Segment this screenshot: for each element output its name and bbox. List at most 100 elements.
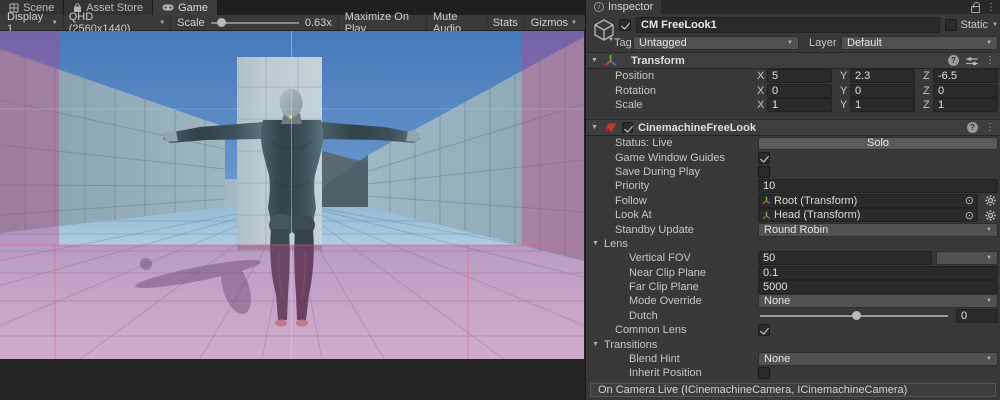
- help-icon[interactable]: ?: [967, 122, 978, 133]
- foldout-icon[interactable]: ▼: [590, 57, 599, 64]
- transform-icon: [604, 54, 617, 67]
- vertical-fov-row: Vertical FOV 50 ▼: [586, 251, 1000, 265]
- toolbar-right-buttons: Maximize On Play Mute Audio Stats Gizmos…: [338, 15, 583, 31]
- scale-row: Scale X1 Y1 Z1: [586, 98, 1000, 112]
- common-lens-checkbox[interactable]: [758, 324, 770, 336]
- inherit-position-row: Inherit Position: [586, 366, 1000, 380]
- static-checkbox[interactable]: [945, 19, 957, 31]
- standby-update-row: Standby Update Round Robin▼: [586, 222, 1000, 236]
- dutch-slider[interactable]: [758, 309, 950, 323]
- transform-header[interactable]: ▼ Transform ? ⋮: [586, 52, 1000, 69]
- inspector-tabbar: i Inspector ⋮: [586, 0, 1000, 14]
- transform-component: ▼ Transform ? ⋮ Position: [586, 52, 1000, 112]
- resolution-dropdown[interactable]: QHD (2560x1440) ▼: [64, 15, 171, 31]
- on-camera-live-event-bar[interactable]: On Camera Live (ICinemachineCamera, ICin…: [590, 383, 996, 397]
- gizmos-dropdown[interactable]: Gizmos ▼: [524, 15, 583, 31]
- near-clip-field[interactable]: 0.1: [758, 266, 998, 280]
- chevron-down-icon: ▼: [52, 20, 58, 26]
- dutch-value-field[interactable]: 0: [956, 309, 998, 323]
- game-window-guides-checkbox[interactable]: [758, 152, 770, 164]
- game-window-guides-row: Game Window Guides: [586, 150, 1000, 164]
- position-label: Position: [615, 70, 654, 82]
- cinemachine-icon: [604, 122, 617, 134]
- maximize-on-play-button[interactable]: Maximize On Play: [338, 15, 426, 31]
- rotation-y-field[interactable]: 0: [850, 84, 915, 98]
- tab-game[interactable]: Game: [153, 0, 218, 15]
- game-panel: Scene Asset Store Game Display 1 ▼ QHD (…: [0, 0, 585, 400]
- lock-icon[interactable]: [971, 6, 980, 13]
- lens-title: Lens: [604, 238, 628, 250]
- foldout-icon[interactable]: ▼: [590, 124, 599, 131]
- cinemachine-header[interactable]: ▼ CinemachineFreeLook ? ⋮: [586, 119, 1000, 136]
- position-z-field[interactable]: -6.5: [933, 69, 998, 83]
- static-dropdown-icon[interactable]: ▼: [992, 22, 998, 28]
- solo-button[interactable]: Solo: [758, 137, 998, 150]
- gameobject-name-field[interactable]: CM FreeLook1: [636, 17, 940, 33]
- blend-hint-dropdown[interactable]: None▼: [758, 352, 998, 366]
- scale-z-field[interactable]: 1: [933, 98, 998, 112]
- tag-dropdown[interactable]: Untagged▼: [633, 36, 799, 50]
- scale-value: 0.63x: [299, 17, 338, 29]
- priority-field[interactable]: 10: [758, 179, 998, 193]
- far-clip-field[interactable]: 5000: [758, 280, 998, 294]
- gameobject-header: ▼ CM FreeLook1 Static ▼ Tag Untagged▼ La…: [586, 15, 1000, 52]
- scale-y-field[interactable]: 1: [850, 98, 915, 112]
- dutch-slider-thumb[interactable]: [852, 311, 861, 320]
- tab-inspector[interactable]: i Inspector: [586, 0, 661, 14]
- transform-title: Transform: [631, 55, 685, 67]
- fov-mode-dropdown[interactable]: ▼: [936, 251, 998, 265]
- help-icon[interactable]: ?: [948, 55, 959, 66]
- common-lens-row: Common Lens: [586, 323, 1000, 337]
- rotation-label: Rotation: [615, 85, 656, 97]
- save-during-play-checkbox[interactable]: [758, 166, 770, 178]
- rotation-x-field[interactable]: 0: [767, 84, 832, 98]
- position-y-field[interactable]: 2.3: [850, 69, 915, 83]
- gear-icon[interactable]: [982, 195, 998, 206]
- cinemachine-title: CinemachineFreeLook: [638, 122, 756, 134]
- mode-override-dropdown[interactable]: None▼: [758, 294, 998, 308]
- scene-3d: [0, 31, 584, 359]
- lens-foldout-row[interactable]: ▼Lens: [586, 237, 1000, 251]
- stats-button[interactable]: Stats: [486, 15, 524, 31]
- mute-audio-button[interactable]: Mute Audio: [426, 15, 486, 31]
- standby-update-dropdown[interactable]: Round Robin▼: [758, 223, 998, 237]
- kebab-menu-icon[interactable]: ⋮: [986, 2, 996, 13]
- far-clip-row: Far Clip Plane 5000: [586, 280, 1000, 294]
- game-render[interactable]: [0, 31, 584, 359]
- follow-object-field[interactable]: Root (Transform) ⊙: [758, 194, 978, 208]
- kebab-menu-icon[interactable]: ⋮: [985, 122, 995, 133]
- presets-icon[interactable]: [966, 56, 978, 66]
- scale-slider[interactable]: [211, 15, 299, 31]
- scale-x-field[interactable]: 1: [767, 98, 832, 112]
- chevron-down-icon: ▼: [571, 20, 577, 26]
- scale-slider-thumb[interactable]: [217, 18, 226, 27]
- rotation-row: Rotation X0 Y0 Z0: [586, 83, 1000, 97]
- object-picker-icon[interactable]: ⊙: [961, 209, 974, 222]
- position-row: Position X5 Y2.3 Z-6.5: [586, 69, 1000, 83]
- chevron-down-icon: ▼: [159, 20, 165, 26]
- position-x-field[interactable]: 5: [767, 69, 832, 83]
- transitions-title: Transitions: [604, 339, 657, 351]
- display-dropdown[interactable]: Display 1 ▼: [2, 15, 64, 31]
- gear-icon[interactable]: [982, 210, 998, 221]
- vertical-fov-field[interactable]: 50: [758, 251, 932, 265]
- inherit-position-checkbox[interactable]: [758, 367, 770, 379]
- transitions-foldout-row[interactable]: ▼Transitions: [586, 337, 1000, 351]
- layer-dropdown[interactable]: Default▼: [841, 36, 998, 50]
- kebab-menu-icon[interactable]: ⋮: [985, 55, 995, 66]
- dutch-row: Dutch 0: [586, 309, 1000, 323]
- gameobject-active-checkbox[interactable]: [619, 19, 631, 31]
- rotation-z-field[interactable]: 0: [933, 84, 998, 98]
- look-at-object-field[interactable]: Head (Transform) ⊙: [758, 208, 978, 222]
- tab-game-label: Game: [178, 2, 208, 14]
- scale-label: Scale: [615, 99, 643, 111]
- tab-inspector-label: Inspector: [608, 1, 653, 13]
- save-during-play-row: Save During Play: [586, 165, 1000, 179]
- game-icon: [162, 3, 174, 12]
- object-picker-icon[interactable]: ⊙: [961, 194, 974, 207]
- tag-label: Tag: [614, 37, 633, 49]
- look-at-row: Look At Head (Transform) ⊙: [586, 208, 1000, 222]
- near-clip-row: Near Clip Plane 0.1: [586, 266, 1000, 280]
- unity-editor: Scene Asset Store Game Display 1 ▼ QHD (…: [0, 0, 1000, 400]
- component-enabled-checkbox[interactable]: [622, 122, 633, 133]
